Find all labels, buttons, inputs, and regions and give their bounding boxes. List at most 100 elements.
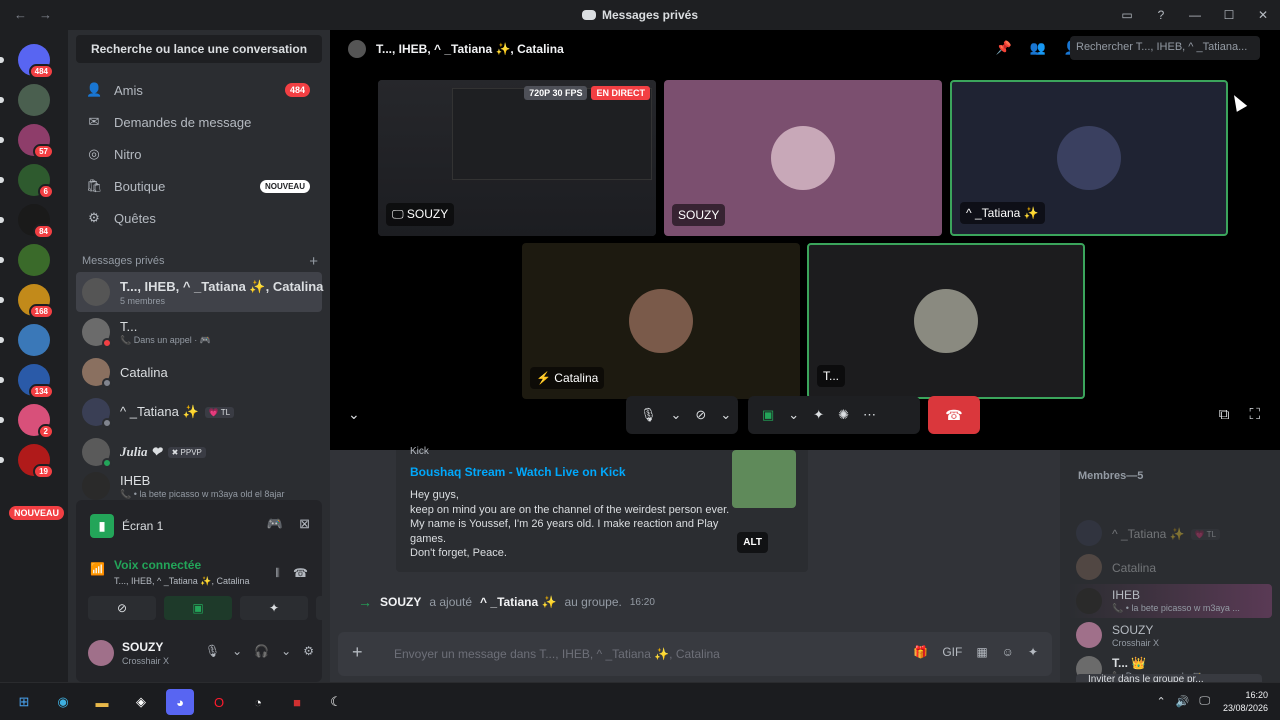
embed-line: My name is Youssef, I'm 26 years old. I … [410,518,719,545]
pin-icon[interactable]: 📌 [995,40,1011,56]
unread-pill [0,457,4,463]
gif-icon[interactable]: GIF [942,645,962,659]
member-item[interactable]: SOUZY Crosshair X [1068,618,1272,652]
screen-share-icon[interactable]: ▣ [762,407,774,423]
noise-suppression-icon[interactable]: 𝄃 [276,566,279,581]
tray-chevron-icon[interactable]: ⌃ [1156,695,1165,708]
chevron-down-icon[interactable]: ⌄ [232,644,242,658]
embed-title-link[interactable]: Boushaq Stream - Watch Live on Kick [410,465,626,479]
server-icon[interactable] [0,324,50,356]
friends-icon: 👤 [86,82,103,97]
gamepad-icon[interactable]: 🎮 [267,516,283,532]
soundboard-icon[interactable]: ✺ [838,407,849,423]
windows-start-icon[interactable]: ⊞ [10,689,38,715]
member-item[interactable]: IHEB 📞 • la bete picasso w m3aya ... [1068,584,1272,618]
clock[interactable]: 16:20 23/08/2026 [1223,689,1268,715]
message-composer[interactable]: + Envoyer un message dans T..., IHEB, ^ … [338,632,1052,676]
chevron-down-icon[interactable]: ⌄ [671,407,682,423]
server-icon[interactable] [0,244,50,276]
signal-icon[interactable]: 📶 [90,562,105,576]
avatar[interactable] [88,640,114,666]
nav-message-requests[interactable]: ✉ Demandes de message [76,107,322,137]
chevron-down-icon[interactable]: ⌄ [720,407,731,423]
activities-button[interactable]: ✦ [240,596,308,620]
help-icon[interactable]: ? [1144,0,1178,30]
participant-tile-souzy[interactable]: SOUZY [664,80,942,236]
server-icon[interactable] [0,84,50,116]
emoji-icon[interactable]: ☺ [1002,645,1014,659]
sys-target[interactable]: ^ _Tatiana ✨ [480,595,556,609]
tile-label: 🖵 SOUZY [386,203,455,226]
server-icon[interactable]: 484 [0,44,54,79]
dm-item-catalina[interactable]: Catalina [76,352,322,392]
dm-item-t[interactable]: T... 📞 Dans un appel · 🎮 [76,312,322,352]
dm-item-iheb[interactable]: IHEB 📞 • la bete picasso w m3aya old el 8… [76,472,322,500]
header-search-input[interactable]: Rechercher T..., IHEB, ^ _Tatiana... [1070,36,1260,60]
camera-off-button[interactable]: ⊘ [88,596,156,620]
alt-button[interactable]: ALT [737,532,768,553]
app-icon[interactable]: ◔ [244,689,272,715]
end-call-button[interactable]: ☎ [928,396,980,434]
participant-tile-tatiana[interactable]: ^ _Tatiana ✨ [950,80,1228,236]
discord-icon[interactable]: ◕ [166,689,194,715]
server-icon[interactable]: 6 [0,164,54,199]
close-button[interactable]: ✕ [1246,0,1280,30]
disconnect-icon[interactable]: ☎ [293,566,308,581]
nav-nitro[interactable]: ◎ Nitro [76,139,322,169]
member-item[interactable]: ^ _Tatiana ✨ 💗 TL [1068,516,1272,550]
fullscreen-icon[interactable]: ⛶ [1249,406,1260,423]
camera-off-icon[interactable]: ⊘ [695,407,706,423]
app-icon[interactable]: ☾ [322,689,350,715]
headphones-icon[interactable]: 🎧 [254,644,269,658]
chevron-down-icon[interactable]: ⌄ [788,407,799,423]
nav-friends[interactable]: 👤 Amis 484 [76,75,322,105]
member-item[interactable]: Catalina [1068,550,1272,584]
participant-tile-catalina[interactable]: ⚡ Catalina [522,243,800,399]
nav-quests[interactable]: ⚙ Quêtes [76,203,322,233]
server-icon[interactable]: 19 [0,444,54,479]
microphone-icon[interactable]: 🎙 [205,644,220,658]
attach-plus-icon[interactable]: + [352,642,363,663]
link-embed: Kick Boushaq Stream - Watch Live on Kick… [396,446,808,572]
stop-stream-icon[interactable]: ⊠ [299,516,310,532]
network-icon[interactable]: 🖵 [1199,695,1210,708]
activities-icon[interactable]: ✦ [813,407,824,423]
collapse-chevron-icon[interactable]: ⌄ [348,406,360,423]
edge-icon[interactable]: ◉ [49,689,77,715]
file-explorer-icon[interactable]: ▬ [88,689,116,715]
embed-thumbnail[interactable] [732,450,796,508]
volume-icon[interactable]: 🔊 [1176,695,1190,708]
participant-tile-t[interactable]: T... [807,243,1085,399]
server-icon[interactable]: 134 [0,364,54,399]
gift-icon[interactable]: 🎁 [913,645,928,659]
dm-item-group[interactable]: T..., IHEB, ^ _Tatiana ✨, Catalina 5 memb… [76,272,323,312]
join-arrow-icon: → [358,594,372,610]
app-icon[interactable]: ■ [283,689,311,715]
stream-tile[interactable]: 720P 30 FPS EN DIRECT 🖵 SOUZY [378,80,656,236]
more-icon[interactable]: ⋯ [863,407,876,423]
server-icon[interactable]: 84 [0,204,54,239]
add-friend-icon[interactable]: 👥 [1030,40,1046,56]
opera-icon[interactable]: O [205,689,233,715]
popout-icon[interactable]: ⧉ [1219,406,1230,423]
nav-shop[interactable]: 🛍 Boutique NOUVEAU [76,171,322,201]
apps-icon[interactable]: ✦ [1028,645,1038,659]
server-icon[interactable]: 168 [0,284,54,319]
server-icon[interactable]: 2 [0,404,54,439]
inbox-icon[interactable]: ▭ [1110,0,1144,30]
create-dm-plus-icon[interactable]: + [309,253,318,270]
dm-item-julia[interactable]: Julia ❤ ✖ PPVP [76,432,322,472]
minimize-button[interactable]: — [1178,0,1212,30]
screen-share-button[interactable]: ▣ [164,596,232,620]
message-input[interactable]: Envoyer un message dans T..., IHEB, ^ _T… [394,647,720,661]
conversation-search-button[interactable]: Recherche ou lance une conversation [76,35,322,63]
maximize-button[interactable]: ☐ [1212,0,1246,30]
sticker-icon[interactable]: ▦ [976,645,987,659]
sys-user[interactable]: SOUZY [380,595,421,609]
microphone-icon[interactable]: 🎙 [640,407,657,423]
app-icon[interactable]: ◈ [127,689,155,715]
server-icon[interactable]: 57 [0,124,54,159]
chevron-down-icon[interactable]: ⌄ [281,644,291,658]
settings-gear-icon[interactable]: ⚙ [303,644,314,658]
dm-item-tatiana[interactable]: ^ _Tatiana ✨ 💗 TL [76,392,322,432]
